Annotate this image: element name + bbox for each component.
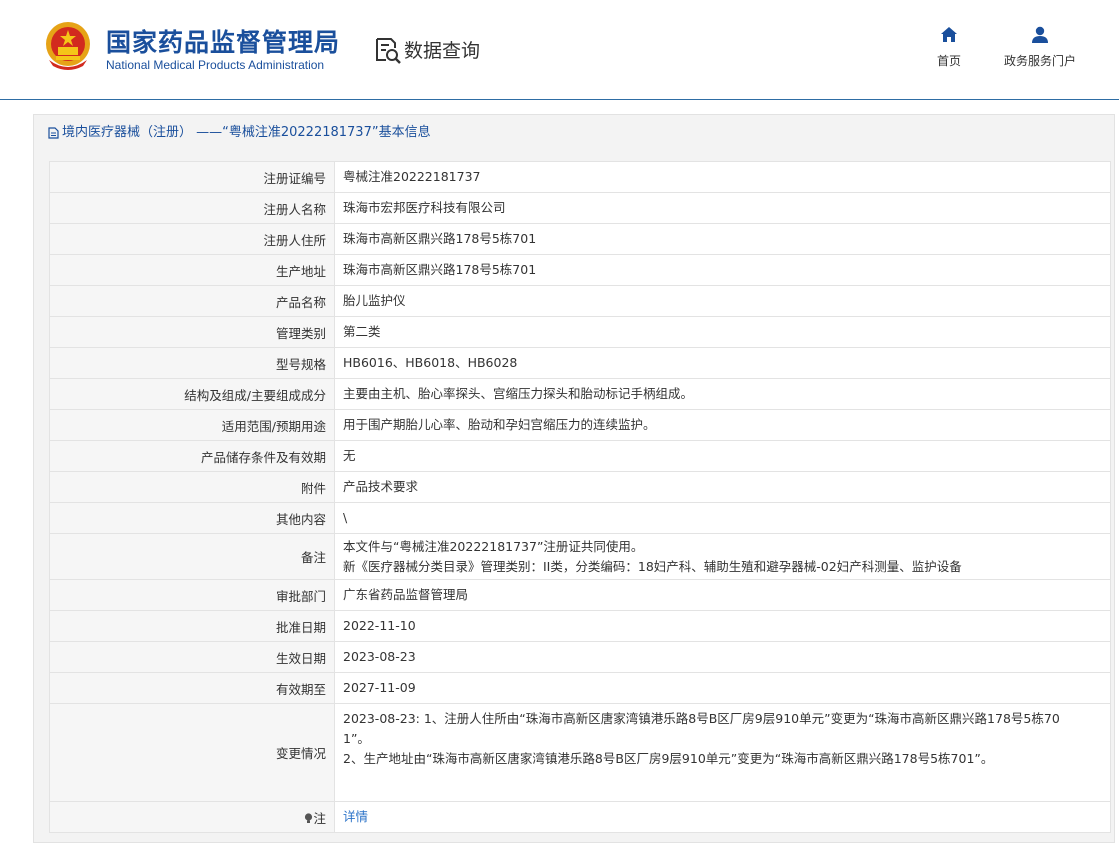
data-query-icon bbox=[376, 38, 401, 64]
row-label: 注册人住所 bbox=[49, 223, 335, 255]
row-label: 批准日期 bbox=[49, 610, 335, 642]
home-icon bbox=[941, 27, 957, 42]
nav-service-label: 政务服务门户 bbox=[1003, 54, 1076, 68]
row-label: 备注 bbox=[49, 533, 335, 580]
row-label: 其他内容 bbox=[49, 502, 335, 534]
row-label: 有效期至 bbox=[49, 672, 335, 704]
row-value-tip: 详情 bbox=[334, 801, 1111, 833]
row-value-note: 本文件与“粤械注准20222181737”注册证共同使用。 新《医疗器械分类目录… bbox=[334, 533, 1111, 580]
nav-service-portal[interactable]: 政务服务门户 bbox=[996, 26, 1084, 69]
table-row: 注册人住所 珠海市高新区鼎兴路178号5栋701 bbox=[49, 223, 1111, 255]
note-line-2: 新《医疗器械分类目录》管理类别：II类，分类编码：18妇产科、辅助生殖和避孕器械… bbox=[343, 558, 962, 574]
table-row: 管理类别 第二类 bbox=[49, 316, 1111, 348]
row-label: 管理类别 bbox=[49, 316, 335, 348]
row-label: 产品名称 bbox=[49, 285, 335, 317]
table-row: 型号规格 HB6016、HB6018、HB6028 bbox=[49, 347, 1111, 379]
national-emblem-icon bbox=[46, 22, 90, 70]
row-value: 珠海市高新区鼎兴路178号5栋701 bbox=[334, 223, 1111, 255]
row-label: 附件 bbox=[49, 471, 335, 503]
data-query-label[interactable]: 数据查询 bbox=[404, 36, 480, 63]
row-value: 珠海市高新区鼎兴路178号5栋701 bbox=[334, 254, 1111, 286]
panel-title: 境内医疗器械（注册） ——“粤械注准20222181737”基本信息 bbox=[34, 115, 1114, 151]
detail-panel: 境内医疗器械（注册） ——“粤械注准20222181737”基本信息 注册证编号… bbox=[33, 114, 1115, 843]
row-value: \ bbox=[334, 502, 1111, 534]
row-label-tip: 注 bbox=[49, 801, 335, 833]
table-row: 批准日期 2022-11-10 bbox=[49, 610, 1111, 642]
table-row: 适用范围/预期用途 用于围产期胎儿心率、胎动和孕妇宫缩压力的连续监护。 bbox=[49, 409, 1111, 441]
table-row: 有效期至 2027-11-09 bbox=[49, 672, 1111, 704]
row-label: 生效日期 bbox=[49, 641, 335, 673]
details-link[interactable]: 详情 bbox=[343, 809, 368, 824]
info-table: 注册证编号 粤械注准20222181737 注册人名称 珠海市宏邦医疗科技有限公司 … bbox=[49, 161, 1111, 833]
row-value: 2027-11-09 bbox=[334, 672, 1111, 704]
table-row: 注册人名称 珠海市宏邦医疗科技有限公司 bbox=[49, 192, 1111, 224]
header-divider bbox=[0, 99, 1119, 100]
row-value: 胎儿监护仪 bbox=[334, 285, 1111, 317]
document-icon bbox=[48, 127, 59, 139]
row-value: 第二类 bbox=[334, 316, 1111, 348]
table-row: 其他内容 \ bbox=[49, 502, 1111, 534]
site-header: 国家药品监督管理局 National Medical Products Admi… bbox=[0, 0, 1119, 99]
row-value: 广东省药品监督管理局 bbox=[334, 579, 1111, 611]
panel-title-text: 境内医疗器械（注册） ——“粤械注准20222181737”基本信息 bbox=[62, 125, 431, 140]
table-row: 产品储存条件及有效期无 bbox=[49, 440, 1111, 472]
table-row: 生产地址 珠海市高新区鼎兴路178号5栋701 bbox=[49, 254, 1111, 286]
change-line-3: 2、生产地址由“珠海市高新区唐家湾镇港乐路8号B区厂房9层910单元”变更为“珠… bbox=[343, 751, 994, 766]
row-value: 2022-11-10 bbox=[334, 610, 1111, 642]
table-row: 生效日期 2023-08-23 bbox=[49, 641, 1111, 673]
row-label: 产品储存条件及有效期 bbox=[49, 440, 335, 472]
change-line-2: 1”。 bbox=[343, 731, 370, 746]
row-value: 粤械注准20222181737 bbox=[334, 161, 1111, 193]
table-row-change: 变更情况 2023-08-23: 1、注册人住所由“珠海市高新区唐家湾镇港乐路8… bbox=[49, 703, 1111, 802]
row-label: 生产地址 bbox=[49, 254, 335, 286]
row-label: 审批部门 bbox=[49, 579, 335, 611]
tip-label: 注 bbox=[313, 810, 326, 826]
row-label: 适用范围/预期用途 bbox=[49, 409, 335, 441]
row-label: 型号规格 bbox=[49, 347, 335, 379]
row-value: 主要由主机、胎心率探头、宫缩压力探头和胎动标记手柄组成。 bbox=[334, 378, 1111, 410]
row-label: 注册证编号 bbox=[49, 161, 335, 193]
note-line-1: 本文件与“粤械注准20222181737”注册证共同使用。 bbox=[343, 538, 644, 554]
row-value: 用于围产期胎儿心率、胎动和孕妇宫缩压力的连续监护。 bbox=[334, 409, 1111, 441]
row-value: 产品技术要求 bbox=[334, 471, 1111, 503]
row-label: 注册人名称 bbox=[49, 192, 335, 224]
row-value: 无 bbox=[334, 440, 1111, 472]
table-row: 审批部门 广东省药品监督管理局 bbox=[49, 579, 1111, 611]
row-label: 变更情况 bbox=[49, 703, 335, 802]
table-row: 附件 产品技术要求 bbox=[49, 471, 1111, 503]
table-row: 结构及组成/主要组成成分 主要由主机、胎心率探头、宫缩压力探头和胎动标记手柄组成。 bbox=[49, 378, 1111, 410]
brand-title-cn: 国家药品监督管理局 bbox=[106, 28, 341, 57]
row-value-change: 2023-08-23: 1、注册人住所由“珠海市高新区唐家湾镇港乐路8号B区厂房… bbox=[334, 703, 1111, 802]
table-row: 产品名称 胎儿监护仪 bbox=[49, 285, 1111, 317]
row-value: 珠海市宏邦医疗科技有限公司 bbox=[334, 192, 1111, 224]
table-row-tip: 注 详情 bbox=[49, 801, 1111, 833]
row-label: 结构及组成/主要组成成分 bbox=[49, 378, 335, 410]
brand-title-en: National Medical Products Administration bbox=[106, 58, 325, 72]
user-icon bbox=[1032, 26, 1048, 43]
nav-home[interactable]: 首页 bbox=[926, 26, 972, 69]
change-line-1: 2023-08-23: 1、注册人住所由“珠海市高新区唐家湾镇港乐路8号B区厂房… bbox=[343, 711, 1060, 726]
row-value: 2023-08-23 bbox=[334, 641, 1111, 673]
nav-home-label: 首页 bbox=[936, 54, 961, 68]
row-value: HB6016、HB6018、HB6028 bbox=[334, 347, 1111, 379]
table-row-note: 备注 本文件与“粤械注准20222181737”注册证共同使用。 新《医疗器械分… bbox=[49, 533, 1111, 580]
table-row: 注册证编号 粤械注准20222181737 bbox=[49, 161, 1111, 193]
